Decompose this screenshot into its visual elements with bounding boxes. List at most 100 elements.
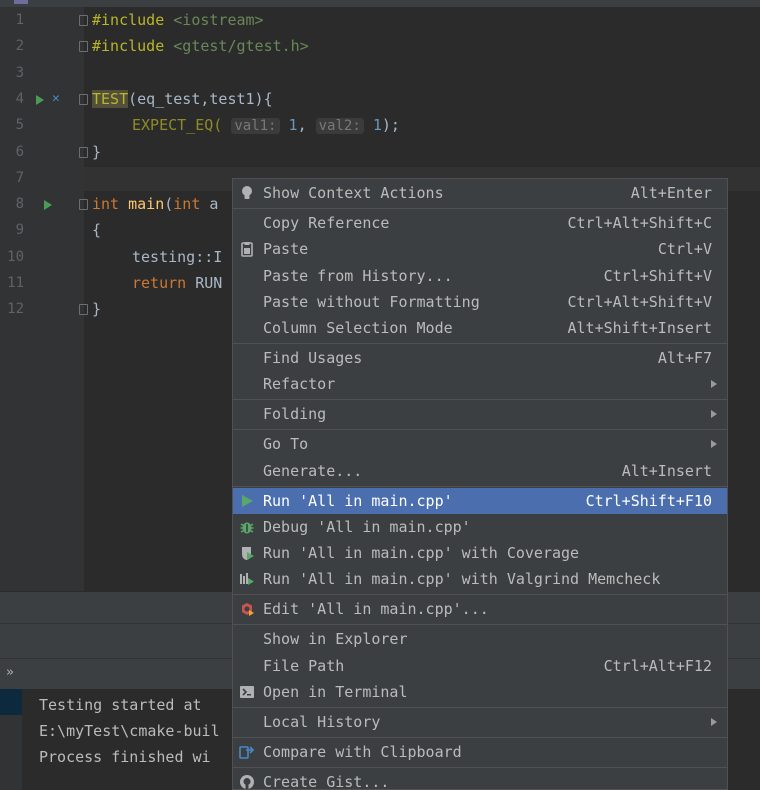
menu-item-show-context-actions[interactable]: Show Context Actions Alt+Enter xyxy=(233,180,727,206)
fold-marker-icon[interactable] xyxy=(79,147,88,158)
console-line-marker xyxy=(0,689,22,715)
menu-item-compare-with-clipboard[interactable]: Compare with Clipboard xyxy=(233,739,727,765)
menu-item-label: Run 'All in main.cpp' with Coverage xyxy=(263,544,580,562)
valgrind-icon xyxy=(240,573,254,585)
menu-separator xyxy=(233,707,727,708)
menu-item-label: Show in Explorer xyxy=(263,630,408,648)
menu-item-paste[interactable]: Paste Ctrl+V xyxy=(233,236,727,262)
menu-item-shortcut: Ctrl+Alt+Shift+C xyxy=(567,214,713,232)
menu-item-label: Local History xyxy=(263,713,381,731)
code-line: } xyxy=(92,300,102,318)
code-line: { xyxy=(92,221,102,239)
menu-item-file-path[interactable]: File Path Ctrl+Alt+F12 xyxy=(233,653,727,679)
line-number: 9 xyxy=(15,222,24,238)
code-line: #include <iostream> xyxy=(92,7,264,33)
menu-separator xyxy=(233,429,727,430)
code-text: ); xyxy=(381,116,400,134)
code-line: EXPECT_EQ( val1: 1, val2: 1); xyxy=(132,112,400,138)
run-icon xyxy=(242,495,253,507)
menu-item-debug-all[interactable]: Debug 'All in main.cpp' xyxy=(233,514,727,540)
line-number: 10 xyxy=(7,249,24,265)
more-tools-icon[interactable]: » xyxy=(6,665,14,680)
menu-item-local-history[interactable]: Local History xyxy=(233,709,727,735)
menu-item-paste-without-formatting[interactable]: Paste without Formatting Ctrl+Alt+Shift+V xyxy=(233,289,727,315)
submenu-arrow-icon xyxy=(711,718,717,726)
test-status-icon[interactable]: ✕ xyxy=(52,92,60,105)
run-main-gutter-icon[interactable] xyxy=(44,200,52,210)
menu-item-shortcut: Alt+Shift+Insert xyxy=(567,319,713,337)
code-line: int main(int a xyxy=(92,191,218,217)
menu-item-edit-configuration[interactable]: Edit 'All in main.cpp'... xyxy=(233,596,727,622)
bug-icon xyxy=(240,522,254,534)
tab-indicator xyxy=(14,0,28,4)
fold-marker-icon[interactable] xyxy=(79,94,88,105)
assert-macro: EXPECT_EQ( xyxy=(132,116,223,134)
menu-item-refactor[interactable]: Refactor xyxy=(233,371,727,397)
fold-marker-icon[interactable] xyxy=(79,41,88,52)
menu-separator xyxy=(233,767,727,768)
code-line: #include <gtest/gtest.h> xyxy=(92,33,309,59)
parameter-hint: val2: xyxy=(315,118,364,134)
menu-item-create-gist[interactable]: Create Gist... xyxy=(233,769,727,789)
line-number: 8 xyxy=(15,196,24,212)
menu-item-show-in-explorer[interactable]: Show in Explorer xyxy=(233,626,727,652)
function-name: main xyxy=(128,195,165,213)
menu-item-shortcut: Ctrl+V xyxy=(657,240,712,258)
menu-item-find-usages[interactable]: Find Usages Alt+F7 xyxy=(233,345,727,371)
compare-icon xyxy=(239,746,255,759)
menu-item-folding[interactable]: Folding xyxy=(233,401,727,427)
fold-marker-icon[interactable] xyxy=(79,304,88,315)
menu-separator xyxy=(233,486,727,487)
menu-separator xyxy=(233,343,727,344)
code-line: return RUN xyxy=(132,270,222,296)
line-number: 2 xyxy=(15,38,24,54)
menu-item-generate[interactable]: Generate... Alt+Insert xyxy=(233,458,727,484)
menu-item-open-in-terminal[interactable]: Open in Terminal xyxy=(233,679,727,705)
menu-item-label: Refactor xyxy=(263,375,336,393)
menu-item-shortcut: Ctrl+Shift+F10 xyxy=(585,492,712,510)
line-number: 4 xyxy=(15,91,24,107)
run-test-gutter-icon[interactable] xyxy=(36,95,44,105)
parameter-hint: val1: xyxy=(231,118,280,134)
menu-item-column-selection-mode[interactable]: Column Selection Mode Alt+Shift+Insert xyxy=(233,315,727,341)
menu-item-label: Column Selection Mode xyxy=(263,319,453,337)
menu-item-run-all[interactable]: Run 'All in main.cpp' Ctrl+Shift+F10 xyxy=(233,488,727,514)
clipboard-icon xyxy=(241,242,253,257)
menu-separator xyxy=(233,624,727,625)
keyword: return xyxy=(132,274,187,292)
line-number: 1 xyxy=(15,12,24,28)
number-literal: 1 xyxy=(288,116,298,134)
menu-item-label: Paste without Formatting xyxy=(263,293,480,311)
menu-item-shortcut: Ctrl+Shift+V xyxy=(603,267,712,285)
fold-marker-icon[interactable] xyxy=(79,15,88,26)
coverage-icon xyxy=(242,547,254,560)
fold-marker-icon[interactable] xyxy=(79,199,88,210)
menu-item-go-to[interactable]: Go To xyxy=(233,431,727,457)
code-text: a xyxy=(200,195,219,213)
preprocessor-directive: #include xyxy=(92,11,165,29)
code-line: } xyxy=(92,143,102,161)
menu-item-paste-from-history[interactable]: Paste from History... Ctrl+Shift+V xyxy=(233,263,727,289)
menu-item-shortcut: Alt+Insert xyxy=(621,462,712,480)
editor-context-menu: Show Context Actions Alt+Enter Copy Refer… xyxy=(232,178,728,790)
console-gutter xyxy=(0,689,22,790)
line-number: 11 xyxy=(7,275,24,291)
code-text: (eq_test,test1){ xyxy=(128,90,273,108)
keyword: int xyxy=(173,195,201,213)
menu-item-label: Go To xyxy=(263,435,309,453)
include-path: <gtest/gtest.h> xyxy=(173,37,309,55)
menu-item-label: Show Context Actions xyxy=(263,184,444,202)
line-number: 5 xyxy=(15,117,24,133)
line-number: 3 xyxy=(15,65,24,81)
menu-item-run-with-valgrind[interactable]: Run 'All in main.cpp' with Valgrind Memc… xyxy=(233,566,727,592)
submenu-arrow-icon xyxy=(711,410,717,418)
code-text: RUN xyxy=(186,274,223,292)
menu-item-label: Debug 'All in main.cpp' xyxy=(263,518,471,536)
submenu-arrow-icon xyxy=(711,440,717,448)
menu-item-label: Find Usages xyxy=(263,349,363,367)
menu-item-run-with-coverage[interactable]: Run 'All in main.cpp' with Coverage xyxy=(233,540,727,566)
terminal-icon xyxy=(240,686,254,698)
menu-item-copy-reference[interactable]: Copy Reference Ctrl+Alt+Shift+C xyxy=(233,210,727,236)
menu-item-label: Paste from History... xyxy=(263,267,453,285)
include-path: <iostream> xyxy=(173,11,264,29)
